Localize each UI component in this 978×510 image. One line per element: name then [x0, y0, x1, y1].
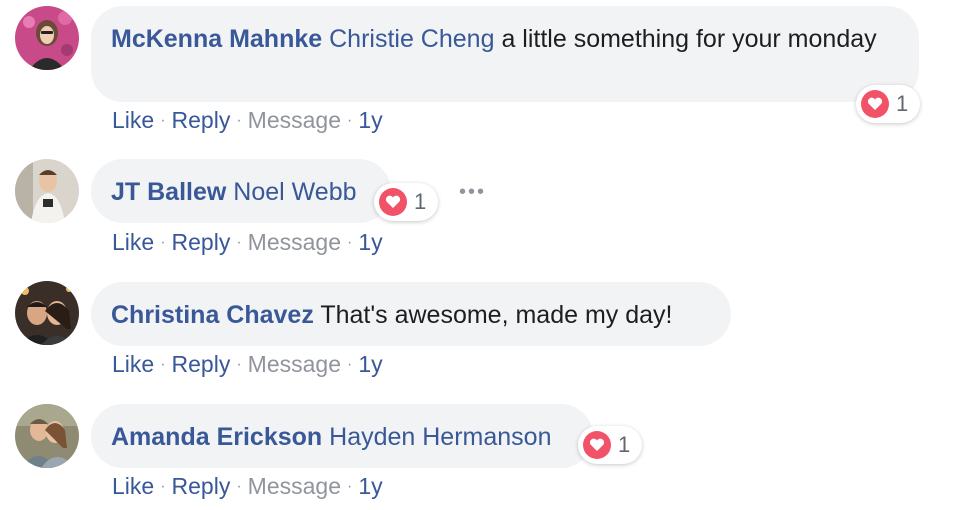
like-link[interactable]: Like	[112, 107, 154, 133]
like-link[interactable]: Like	[112, 351, 154, 377]
avatar[interactable]	[15, 159, 79, 223]
tagged-user[interactable]: Christie Cheng	[329, 25, 494, 53]
separator: ·	[347, 356, 353, 373]
reaction-count: 1	[414, 189, 427, 214]
comment-author[interactable]: Amanda Erickson	[111, 423, 322, 451]
comment-bubble: JT Ballew Noel Webb	[91, 159, 391, 223]
reply-link[interactable]: Reply	[172, 107, 231, 133]
comment-actions: Like · Reply · Message · 1y	[112, 106, 383, 135]
like-link[interactable]: Like	[112, 229, 154, 255]
avatar[interactable]	[15, 6, 79, 70]
reaction-badge[interactable]: 1	[578, 426, 643, 464]
avatar-photo	[15, 6, 79, 70]
comment-actions: Like · Reply · Message · 1y	[112, 228, 383, 257]
message-link[interactable]: Message	[248, 107, 341, 133]
comment-author[interactable]: Christina Chavez	[111, 301, 314, 329]
comment-author[interactable]: McKenna Mahnke	[111, 25, 322, 53]
tagged-user[interactable]: Noel Webb	[233, 178, 356, 206]
comment-bubble: Christina Chavez That's awesome, made my…	[91, 282, 731, 346]
message-link[interactable]: Message	[248, 351, 341, 377]
separator: ·	[160, 478, 166, 495]
avatar-photo	[15, 281, 79, 345]
timestamp[interactable]: 1y	[358, 473, 382, 499]
separator: ·	[160, 356, 166, 373]
reaction-badge[interactable]: 1	[374, 183, 439, 221]
separator: ·	[236, 356, 242, 373]
separator: ·	[160, 234, 166, 251]
comment-text: That's awesome, made my day!	[320, 301, 673, 329]
reaction-badge[interactable]: 1	[856, 85, 921, 123]
comment-author[interactable]: JT Ballew	[111, 178, 226, 206]
timestamp[interactable]: 1y	[358, 229, 382, 255]
reply-link[interactable]: Reply	[172, 229, 231, 255]
separator: ·	[347, 234, 353, 251]
message-link[interactable]: Message	[248, 473, 341, 499]
separator: ·	[236, 234, 242, 251]
like-link[interactable]: Like	[112, 473, 154, 499]
comment-bubble: Amanda Erickson Hayden Hermanson	[91, 404, 593, 468]
avatar-photo	[15, 159, 79, 223]
reaction-count: 1	[896, 91, 909, 116]
reply-link[interactable]: Reply	[172, 351, 231, 377]
heart-icon	[861, 90, 889, 118]
timestamp[interactable]: 1y	[358, 107, 382, 133]
separator: ·	[347, 112, 353, 129]
separator: ·	[236, 478, 242, 495]
separator: ·	[347, 478, 353, 495]
comment-actions: Like · Reply · Message · 1y	[112, 472, 383, 501]
comment-actions: Like · Reply · Message · 1y	[112, 350, 383, 379]
separator: ·	[236, 112, 242, 129]
more-options-icon[interactable]: •••	[459, 182, 486, 202]
timestamp[interactable]: 1y	[358, 351, 382, 377]
separator: ·	[160, 112, 166, 129]
avatar[interactable]	[15, 281, 79, 345]
avatar-photo	[15, 404, 79, 468]
heart-icon	[583, 431, 611, 459]
comment-bubble: McKenna Mahnke Christie Cheng a little s…	[91, 6, 919, 102]
heart-icon	[379, 188, 407, 216]
reply-link[interactable]: Reply	[172, 473, 231, 499]
tagged-user[interactable]: Hayden Hermanson	[329, 423, 551, 451]
avatar[interactable]	[15, 404, 79, 468]
reaction-count: 1	[618, 432, 631, 457]
message-link[interactable]: Message	[248, 229, 341, 255]
comment-text: a little something for your monday	[501, 25, 877, 53]
